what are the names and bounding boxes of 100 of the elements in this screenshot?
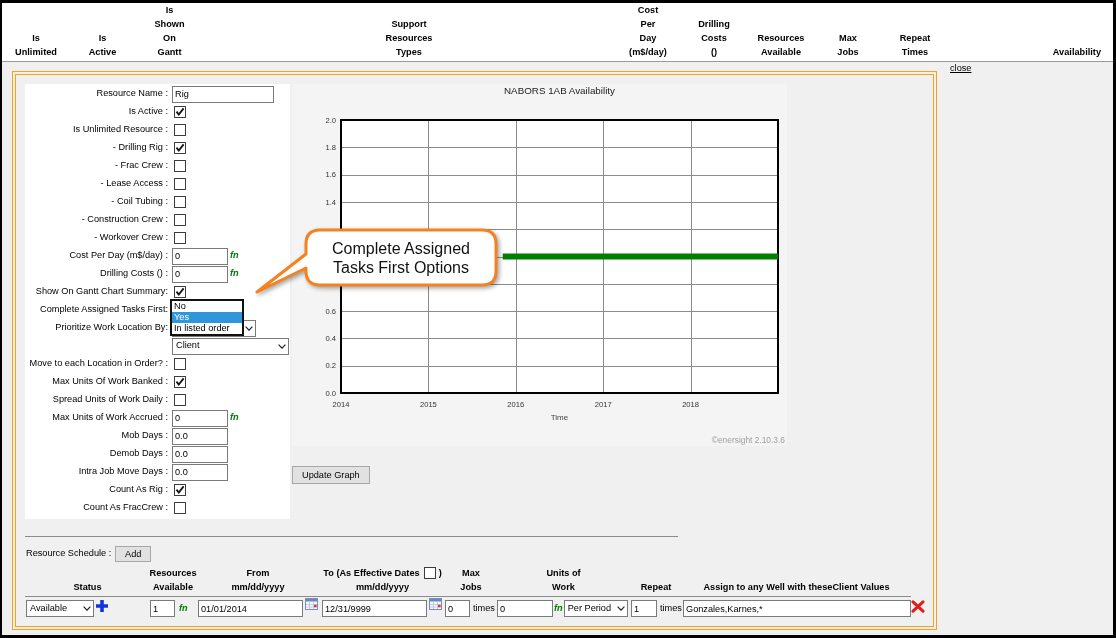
date-field[interactable]: 12/31/9999: [322, 600, 427, 617]
update-graph-button[interactable]: Update Graph: [292, 466, 370, 484]
checkbox[interactable]: [174, 502, 186, 514]
column-header: To (As Effective Dates: [323, 567, 420, 580]
checkbox[interactable]: [174, 484, 186, 496]
field-label: - Frac Crew :: [114, 160, 168, 171]
field-label: Resource Name :: [96, 88, 168, 99]
checkbox[interactable]: [174, 160, 186, 172]
checkbox[interactable]: [423, 567, 436, 579]
field-label: Count As Rig :: [109, 484, 168, 495]
checkbox[interactable]: [174, 124, 186, 136]
checkbox[interactable]: [174, 214, 186, 226]
checkbox[interactable]: [174, 106, 186, 118]
checkbox[interactable]: [174, 358, 186, 370]
column-header: From mm/dd/yyyy: [231, 567, 285, 594]
column-header: mm/dd/yyyy: [355, 581, 410, 594]
caret-icon: [245, 325, 253, 331]
column-header: Support Resources Types: [385, 18, 433, 59]
field-label: Complete Assigned Tasks First:: [40, 304, 168, 315]
column-header: Is Unlimited: [15, 32, 57, 59]
checkbox[interactable]: [174, 376, 186, 388]
field-label: - Lease Access :: [100, 178, 168, 189]
input-field[interactable]: 0.0: [172, 463, 228, 481]
checkbox[interactable]: [174, 286, 186, 298]
column-header: ): [438, 567, 442, 580]
column-header: Is Shown On Gantt: [154, 4, 185, 59]
column-header: Status: [73, 581, 102, 594]
checkbox[interactable]: [174, 394, 186, 406]
field-label: Max Units Of Work Banked :: [52, 376, 168, 387]
checkbox[interactable]: [174, 142, 186, 154]
field-label: Is Active :: [128, 106, 168, 117]
column-header: Max Jobs: [837, 32, 859, 59]
field-label: Cost Per Day (m$/day) :: [69, 250, 168, 261]
fn-label: fn: [554, 603, 563, 614]
input-field[interactable]: Gonzales,Karnes,*: [683, 600, 911, 617]
field-label: Show On Gantt Chart Summary:: [35, 286, 168, 297]
fn-label: fn: [179, 603, 188, 614]
fn-label: fn: [230, 412, 239, 424]
input-field[interactable]: 0: [445, 600, 470, 617]
field-label: - Coil Tubing :: [111, 196, 168, 207]
add-button[interactable]: Add: [115, 545, 152, 562]
column-header: Assign to any Well with theseClient Values: [703, 581, 890, 594]
column-header: Resources Available: [757, 32, 805, 59]
checkbox[interactable]: [174, 178, 186, 190]
input-field[interactable]: Rig: [172, 85, 274, 103]
field-label: - Workover Crew :: [94, 232, 168, 243]
dropdown-option[interactable]: In listed order: [172, 323, 242, 334]
x-axis-title: Time: [550, 413, 569, 422]
field-label: Drilling Costs () :: [100, 268, 168, 279]
column-header: Cost Per Day (m$/day): [629, 4, 667, 59]
dropdown-field[interactable]: Client: [172, 337, 289, 355]
checkbox[interactable]: [174, 196, 186, 208]
fn-label: fn: [230, 268, 239, 280]
column-header: Max Jobs: [460, 567, 482, 594]
plus-icon[interactable]: [96, 600, 108, 612]
input-field[interactable]: 0: [172, 409, 228, 427]
input-field[interactable]: 0.0: [172, 445, 228, 463]
field-label: - Construction Crew :: [81, 214, 168, 225]
section-label: Resource Schedule :: [26, 548, 112, 559]
field-label: Mob Days :: [121, 430, 168, 441]
column-header: Repeat: [640, 581, 672, 594]
caret-icon: [278, 343, 286, 349]
column-header: Drilling Costs (): [698, 18, 730, 59]
times-label: times: [660, 603, 682, 614]
callout-text: Complete Assigned Tasks First Options: [331, 238, 471, 277]
caret-icon: [83, 606, 91, 611]
calendar-icon[interactable]: [429, 598, 442, 610]
column-header: Repeat Times: [899, 32, 931, 59]
column-header: Is Active: [88, 32, 117, 59]
input-field[interactable]: 1: [150, 600, 175, 617]
input-field[interactable]: 0: [172, 247, 228, 265]
field-label: Demob Days :: [109, 448, 168, 459]
status-select[interactable]: Available: [26, 600, 94, 617]
chart-credit: ©enersight 2.10.3.6: [711, 435, 785, 445]
times-label: times: [473, 603, 495, 614]
column-header: Units of Work: [546, 567, 581, 594]
fn-label: fn: [230, 250, 239, 262]
cross-icon[interactable]: [911, 599, 925, 613]
field-label: Is Unlimited Resource :: [73, 124, 168, 135]
dropdown-option[interactable]: No: [172, 301, 242, 312]
field-label: Count As FracCrew :: [83, 502, 168, 513]
date-field[interactable]: 01/01/2014: [198, 600, 303, 617]
checkbox[interactable]: [174, 232, 186, 244]
input-field[interactable]: 1: [631, 600, 657, 617]
field-label: Prioritize Work Location By:: [55, 322, 168, 333]
input-field[interactable]: 0: [172, 265, 228, 283]
input-field[interactable]: 0.0: [172, 427, 228, 445]
chart-title: NABORS 1AB Availability: [504, 85, 615, 96]
close-link[interactable]: close: [950, 63, 972, 75]
column-header: Availability: [1052, 46, 1101, 59]
field-label: Max Units of Work Accrued :: [52, 412, 168, 423]
field-label: - Drilling Rig :: [112, 142, 168, 153]
calendar-icon[interactable]: [305, 598, 318, 610]
caret-icon: [616, 606, 625, 611]
input-field[interactable]: 0: [497, 600, 553, 617]
field-label: Intra Job Move Days :: [78, 466, 168, 477]
field-label: Spread Units of Work Daily :: [52, 394, 168, 405]
column-header: Resources Available: [149, 567, 197, 594]
field-label: Move to each Location in Order? :: [29, 358, 168, 369]
period-select[interactable]: Per Period: [563, 600, 628, 617]
